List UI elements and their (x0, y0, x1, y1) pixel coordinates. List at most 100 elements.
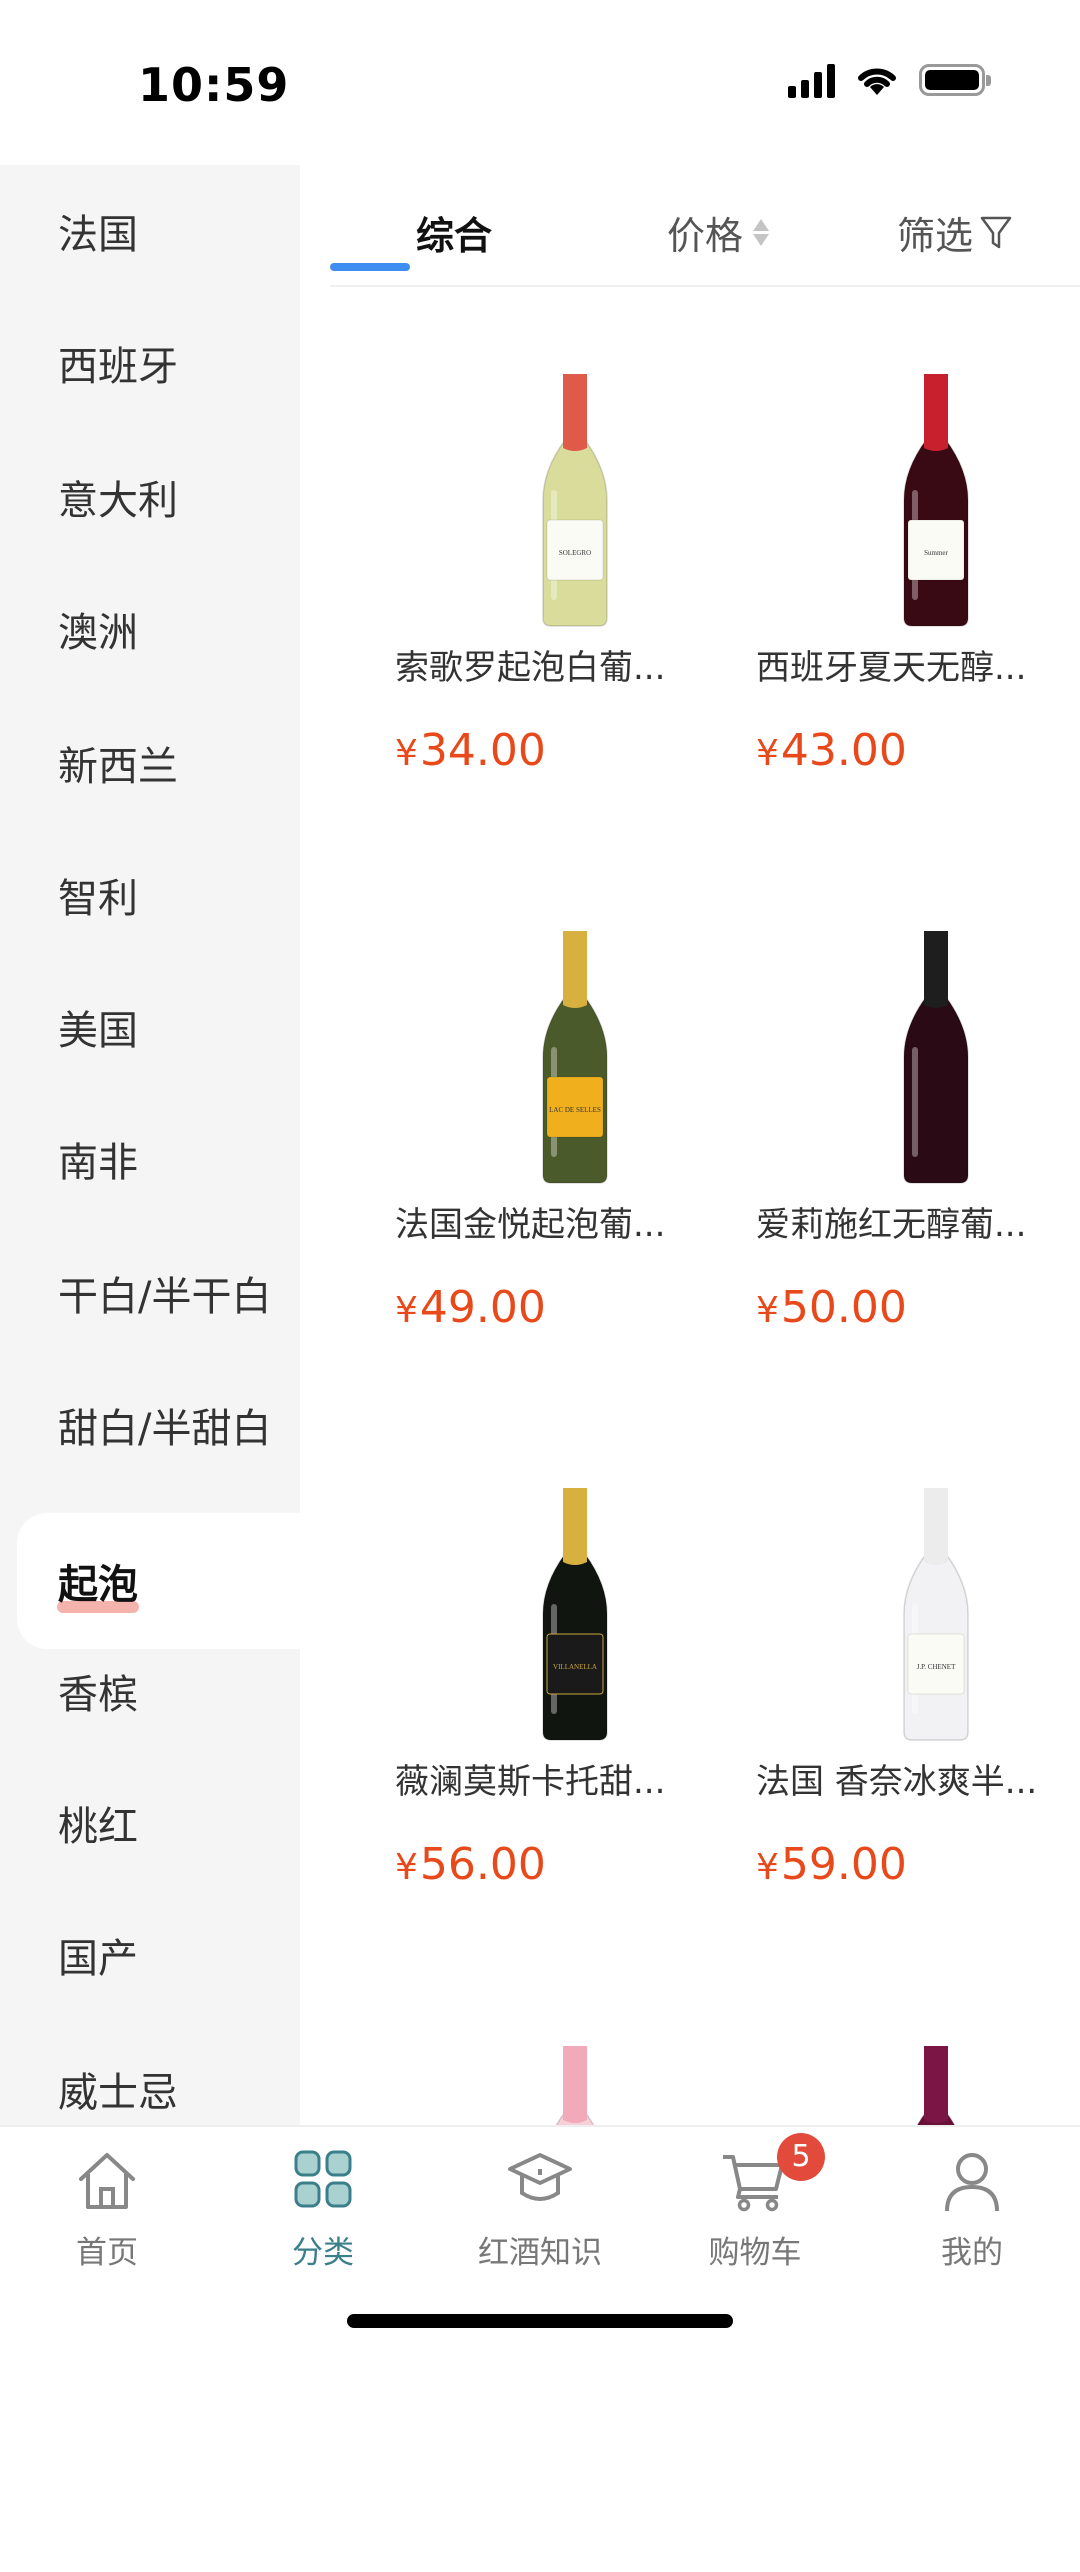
sort-tab-label: 价格 (667, 214, 744, 258)
sidebar-item-label: 西班牙 (58, 344, 178, 390)
product-image: LAC DE SELLES (542, 931, 608, 1184)
sort-tab-label: 筛选 (897, 214, 974, 258)
sidebar-item-australia[interactable]: 澳洲 (0, 563, 300, 695)
sidebar-item-label: 国产 (58, 1936, 138, 1982)
sort-tab-label: 综合 (416, 214, 493, 258)
sidebar-item-france[interactable]: 法国 (0, 165, 300, 297)
price-value: 43.00 (780, 725, 907, 776)
sidebar-item-label: 法国 (58, 212, 138, 258)
product-image: J.P. CHENET (903, 1488, 969, 1741)
tab-home[interactable]: 首页 (7, 2139, 207, 2271)
home-indicator (347, 2314, 733, 2328)
filter-icon (980, 216, 1012, 248)
bottle-label-text: VILLANELLA (553, 1663, 597, 1671)
product-price: ¥50.00 (756, 1282, 907, 1333)
sort-tab-indicator (330, 263, 410, 271)
product-price: ¥59.00 (756, 1839, 907, 1890)
sidebar-item-dry-white[interactable]: 干白/半干白 (0, 1227, 300, 1359)
currency-symbol: ¥ (756, 1290, 779, 1331)
bottle-label-text: LAC DE SELLES (549, 1106, 601, 1114)
price-value: 34.00 (419, 725, 546, 776)
tab-label: 红酒知识 (478, 2235, 602, 2271)
sidebar-item-sweet-white[interactable]: 甜白/半甜白 (0, 1359, 300, 1491)
sidebar-item-label: 香槟 (58, 1672, 138, 1718)
currency-symbol: ¥ (395, 1290, 418, 1331)
bottle-label-text: Summer (924, 549, 948, 557)
home-icon (79, 2153, 135, 2209)
currency-symbol: ¥ (756, 733, 779, 774)
product-name: 法国 香奈冰爽半... (756, 1762, 1038, 1802)
sort-tab-filter[interactable]: 筛选 (897, 205, 1013, 260)
product-image: SOLEGRO (542, 374, 608, 627)
sidebar-item-label: 澳洲 (58, 610, 138, 656)
knowledge-icon (508, 2153, 572, 2201)
product-card-summer[interactable]: Summer 西班牙夏天无醇... ¥43.00 (756, 360, 1080, 900)
product-card-elysee-red[interactable]: 爱莉施红无醇葡... ¥50.00 (756, 917, 1080, 1457)
sidebar-item-domestic[interactable]: 国产 (0, 1889, 300, 2021)
sidebar-item-spain[interactable]: 西班牙 (0, 297, 300, 429)
currency-symbol: ¥ (395, 1847, 418, 1888)
tab-label: 我的 (941, 2235, 1003, 2271)
product-name: 爱莉施红无醇葡... (756, 1205, 1027, 1245)
tab-label: 首页 (76, 2235, 138, 2271)
sidebar-item-new-zealand[interactable]: 新西兰 (0, 697, 300, 829)
tab-wine-knowledge[interactable]: 红酒知识 (440, 2139, 640, 2271)
product-image: Summer (903, 374, 969, 627)
status-time: 10:59 (138, 58, 290, 112)
tab-label: 分类 (292, 2235, 354, 2271)
product-image (903, 931, 969, 1184)
status-bar: 10:59 (0, 0, 1080, 165)
product-image: VILLANELLA (542, 1488, 608, 1741)
sidebar-item-whisky[interactable]: 威士忌 (0, 2023, 300, 2125)
sort-bar: 综合 价格 筛选 (330, 165, 1080, 287)
sidebar-item-usa[interactable]: 美国 (0, 961, 300, 1093)
cart-badge: 5 (777, 2133, 825, 2181)
tab-label: 购物车 (708, 2235, 802, 2271)
sidebar-item-champagne[interactable]: 香槟 (0, 1625, 300, 1757)
sidebar-item-label: 智利 (58, 876, 138, 922)
currency-symbol: ¥ (395, 733, 418, 774)
sidebar-item-label: 威士忌 (58, 2070, 178, 2116)
sidebar-item-label: 美国 (58, 1008, 138, 1054)
sidebar-item-south-africa[interactable]: 南非 (0, 1093, 300, 1225)
product-card-solegro[interactable]: SOLEGRO 索歌罗起泡白葡... ¥34.00 (395, 360, 755, 900)
profile-icon (945, 2153, 999, 2212)
currency-symbol: ¥ (756, 1847, 779, 1888)
product-name: 薇澜莫斯卡托甜... (395, 1762, 666, 1802)
bottle-label-text: J.P. CHENET (917, 1663, 956, 1671)
product-price: ¥34.00 (395, 725, 546, 776)
sidebar-item-label: 意大利 (58, 478, 178, 524)
sidebar-item-chile[interactable]: 智利 (0, 829, 300, 961)
product-price: ¥49.00 (395, 1282, 546, 1333)
sort-arrows-icon (753, 219, 770, 246)
wifi-icon (858, 68, 896, 95)
price-value: 56.00 (419, 1839, 546, 1890)
tab-category[interactable]: 分类 (223, 2139, 423, 2271)
sort-tab-comprehensive[interactable]: 综合 (416, 205, 492, 260)
sidebar-item-label: 桃红 (58, 1804, 138, 1850)
sort-tab-price[interactable]: 价格 (667, 205, 770, 260)
product-card-jp-chenet[interactable]: J.P. CHENET 法国 香奈冰爽半... ¥59.00 (756, 1474, 1080, 2014)
sidebar-item-label: 起泡 (58, 1562, 138, 1608)
price-value: 50.00 (780, 1282, 907, 1333)
price-value: 49.00 (419, 1282, 546, 1333)
product-price: ¥43.00 (756, 725, 907, 776)
sidebar-item-label: 南非 (58, 1140, 138, 1186)
category-icon (294, 2150, 352, 2208)
sidebar-item-label: 新西兰 (58, 744, 178, 790)
tab-cart[interactable]: 5 购物车 (655, 2133, 855, 2271)
product-card-villanella[interactable]: VILLANELLA 薇澜莫斯卡托甜... ¥56.00 (395, 1474, 755, 2014)
tab-profile[interactable]: 我的 (872, 2139, 1072, 2271)
category-sidebar: 法国 西班牙 意大利 澳洲 新西兰 智利 美国 南非 干白/半干白 甜白/半甜白… (0, 165, 300, 2125)
bottle-label-text: SOLEGRO (559, 549, 591, 557)
battery-icon (919, 64, 991, 96)
status-icons (788, 62, 991, 98)
product-card-lac-de-selles[interactable]: LAC DE SELLES 法国金悦起泡葡... ¥49.00 (395, 917, 755, 1457)
sidebar-item-italy[interactable]: 意大利 (0, 431, 300, 563)
sidebar-item-label: 甜白/半甜白 (58, 1406, 272, 1452)
price-value: 59.00 (780, 1839, 907, 1890)
sidebar-item-rose[interactable]: 桃红 (0, 1757, 300, 1889)
product-name: 索歌罗起泡白葡... (395, 648, 666, 688)
product-price: ¥56.00 (395, 1839, 546, 1890)
product-name: 法国金悦起泡葡... (395, 1205, 666, 1245)
